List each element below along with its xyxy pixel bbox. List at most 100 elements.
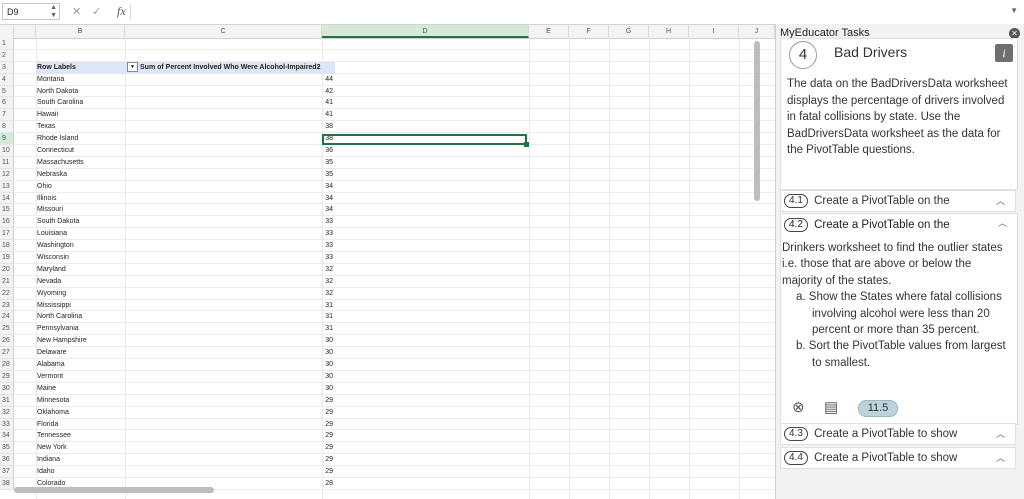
value-cell[interactable]: 32 xyxy=(125,276,335,288)
row-label-cell[interactable]: Pennsylvania xyxy=(36,323,125,335)
row-label-cell[interactable]: Illinois xyxy=(36,193,125,205)
column-header-d[interactable]: D xyxy=(322,25,529,38)
value-cell[interactable]: 41 xyxy=(125,109,335,121)
row-header[interactable]: 23 xyxy=(0,299,14,312)
row-header[interactable]: 28 xyxy=(0,359,14,371)
row-header[interactable]: 15 xyxy=(0,204,14,217)
row-header[interactable]: 38 xyxy=(0,477,14,490)
row-header[interactable]: 36 xyxy=(0,454,14,467)
value-cell[interactable]: 33 xyxy=(125,228,335,240)
row-label-cell[interactable]: South Dakota xyxy=(36,216,125,228)
cell-area[interactable]: Row Labels ▼ Sum of Percent Involved Who … xyxy=(14,38,775,490)
row-header[interactable]: 14 xyxy=(0,192,14,205)
row-header[interactable]: 6 xyxy=(0,97,14,110)
row-header[interactable]: 37 xyxy=(0,466,14,478)
values-header[interactable]: ▼ Sum of Percent Involved Who Were Alcoho… xyxy=(125,61,335,74)
row-header[interactable]: 25 xyxy=(0,323,14,336)
row-header[interactable]: 31 xyxy=(0,394,14,407)
row-header[interactable]: 19 xyxy=(0,252,14,264)
row-header[interactable]: 13 xyxy=(0,180,14,193)
row-header[interactable]: 11 xyxy=(0,156,14,169)
row-label-cell[interactable]: South Carolina xyxy=(36,97,125,109)
value-cell[interactable]: 30 xyxy=(125,371,335,383)
row-label-cell[interactable]: Ohio xyxy=(36,181,125,193)
selected-cell-d9[interactable] xyxy=(322,134,527,145)
value-cell[interactable]: 29 xyxy=(125,419,335,431)
row-header[interactable]: 3 xyxy=(0,61,14,74)
row-header[interactable]: 17 xyxy=(0,228,14,241)
subtask-4-4[interactable]: 4.4 Create a PivotTable to show ︿ xyxy=(780,447,1016,469)
value-cell[interactable]: 31 xyxy=(125,323,335,335)
row-label-cell[interactable]: North Carolina xyxy=(36,311,125,323)
value-cell[interactable]: 30 xyxy=(125,383,335,395)
subtask-4-1[interactable]: 4.1 Create a PivotTable on the ︿ xyxy=(780,190,1016,212)
row-label-cell[interactable]: Minnesota xyxy=(36,395,125,407)
row-label-cell[interactable]: New York xyxy=(36,442,125,454)
value-cell[interactable]: 33 xyxy=(125,240,335,252)
row-header[interactable]: 27 xyxy=(0,347,14,360)
row-header[interactable]: 16 xyxy=(0,216,14,229)
column-header-b[interactable]: B xyxy=(36,25,125,38)
value-cell[interactable]: 31 xyxy=(125,300,335,312)
row-label-cell[interactable]: Florida xyxy=(36,419,125,431)
value-cell[interactable]: 38 xyxy=(125,133,335,145)
row-label-cell[interactable]: North Dakota xyxy=(36,86,125,98)
row-label-cell[interactable]: Maine xyxy=(36,383,125,395)
row-label-cell[interactable]: Montana xyxy=(36,74,125,86)
info-icon[interactable]: i xyxy=(995,44,1013,62)
row-header[interactable]: 8 xyxy=(0,121,14,134)
row-label-cell[interactable]: Alabama xyxy=(36,359,125,371)
row-label-cell[interactable]: New Hampshire xyxy=(36,335,125,347)
column-header-h[interactable]: H xyxy=(649,25,689,38)
select-all-corner[interactable] xyxy=(0,25,14,38)
row-header[interactable]: 2 xyxy=(0,49,14,62)
row-header[interactable]: 4 xyxy=(0,73,14,86)
row-label-cell[interactable]: Louisiana xyxy=(36,228,125,240)
row-label-cell[interactable]: Mississippi xyxy=(36,300,125,312)
row-label-cell[interactable]: Indiana xyxy=(36,454,125,466)
row-header[interactable]: 32 xyxy=(0,406,14,419)
value-cell[interactable]: 29 xyxy=(125,407,335,419)
value-cell[interactable]: 30 xyxy=(125,335,335,347)
value-cell[interactable]: 36 xyxy=(125,145,335,157)
chevron-up-icon[interactable]: ︿ xyxy=(996,424,1005,444)
filter-sort-icon[interactable]: ▼ xyxy=(127,61,138,72)
column-header-g[interactable]: G xyxy=(609,25,649,38)
row-label-cell[interactable]: Nevada xyxy=(36,276,125,288)
value-cell[interactable]: 41 xyxy=(125,97,335,109)
column-header-a[interactable] xyxy=(14,25,36,38)
chevron-up-icon[interactable]: ︿ xyxy=(996,191,1005,211)
value-cell[interactable]: 32 xyxy=(125,288,335,300)
chevron-up-icon[interactable]: ︿ xyxy=(996,448,1005,468)
row-label-cell[interactable]: Tennessee xyxy=(36,430,125,442)
document-icon[interactable]: ▤ xyxy=(824,398,838,416)
value-cell[interactable]: 33 xyxy=(125,216,335,228)
spreadsheet-grid[interactable]: B C D E F G H I J 1 2 3 4 5 6 7 8 9 10 11 12 13 14 15 1… xyxy=(0,25,775,499)
row-label-cell[interactable]: Maryland xyxy=(36,264,125,276)
row-label-cell[interactable]: Texas xyxy=(36,121,125,133)
row-header[interactable]: 10 xyxy=(0,145,14,157)
value-cell[interactable]: 34 xyxy=(125,193,335,205)
row-header[interactable]: 26 xyxy=(0,335,14,348)
fill-handle[interactable] xyxy=(524,142,529,147)
name-box[interactable]: D9 ▲ ▼ xyxy=(2,3,60,20)
horizontal-scrollbar[interactable] xyxy=(14,487,214,493)
row-label-cell[interactable]: Washington xyxy=(36,240,125,252)
row-header[interactable]: 21 xyxy=(0,275,14,288)
value-cell[interactable]: 44 xyxy=(125,74,335,86)
name-box-spinner-icon[interactable]: ▲ ▼ xyxy=(50,4,57,20)
expand-formula-bar-icon[interactable]: ▼ xyxy=(1010,6,1018,15)
enter-icon[interactable]: ✓ xyxy=(92,5,101,18)
value-cell[interactable]: 29 xyxy=(125,430,335,442)
row-label-cell[interactable]: Massachusetts xyxy=(36,157,125,169)
chevron-up-icon[interactable]: ︿ xyxy=(998,216,1007,229)
value-cell[interactable]: 35 xyxy=(125,169,335,181)
row-label-cell[interactable]: Rhode Island xyxy=(36,133,125,145)
row-label-cell[interactable]: Wyoming xyxy=(36,288,125,300)
column-header-j[interactable]: J xyxy=(739,25,775,38)
row-header[interactable]: 5 xyxy=(0,85,14,98)
column-header-f[interactable]: F xyxy=(569,25,609,38)
row-label-cell[interactable]: Oklahoma xyxy=(36,407,125,419)
row-header[interactable]: 30 xyxy=(0,382,14,395)
row-label-cell[interactable]: Hawaii xyxy=(36,109,125,121)
